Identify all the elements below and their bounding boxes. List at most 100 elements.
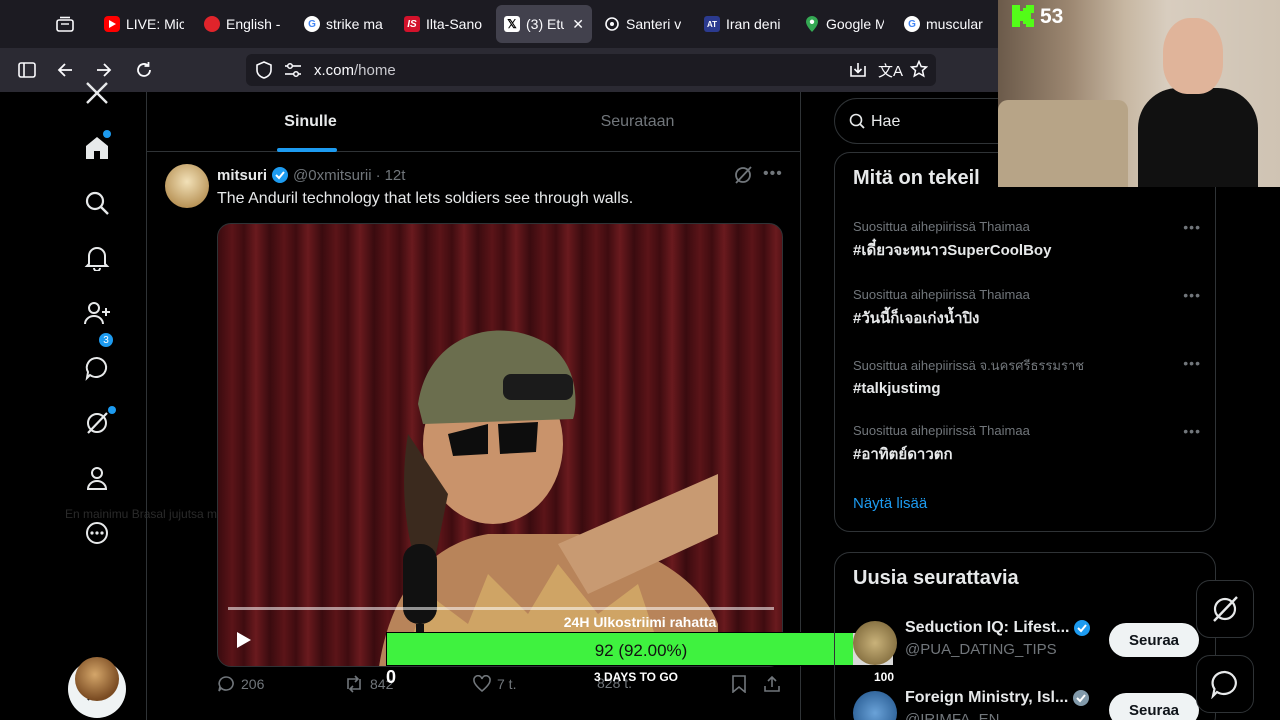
webcam-person [1138, 88, 1258, 187]
grok-icon [1213, 596, 1238, 622]
close-tab-icon[interactable]: ✕ [572, 16, 584, 33]
account-avatar[interactable] [853, 621, 897, 665]
goal-progress-bar: 92 (92.00%) [386, 632, 894, 666]
messages-icon[interactable] [82, 353, 112, 383]
account-name-row[interactable]: Seduction IQ: Lifest... [905, 619, 1091, 637]
browser-tab[interactable]: LIVE: Mic [96, 5, 192, 43]
notification-count-badge: 3 [98, 332, 114, 348]
browser-tab[interactable]: English - [196, 5, 292, 43]
tab-title: Ilta-Sano [426, 16, 483, 32]
google-icon: G [304, 16, 320, 32]
account-avatar[interactable] [75, 657, 119, 701]
sidebar-toggle-icon[interactable] [14, 57, 40, 83]
browser-nav-bar: x.com/home 文A [0, 48, 1000, 92]
webcam-person-head [1163, 18, 1223, 94]
explore-icon[interactable] [82, 188, 112, 218]
trends-title: Mitä on tekeil [853, 167, 980, 189]
trend-context: Suosittua aihepiirissä จ.นครศรีธรรมราช [853, 358, 1085, 373]
show-more-link[interactable]: Näytä lisää [853, 495, 927, 512]
trend-tag: #เดี๋ยวจะหนาวSuperCoolBoy [853, 242, 1052, 259]
timeline-tabs: Sinulle Seurataan [147, 92, 801, 152]
x-logo-icon[interactable] [82, 78, 112, 108]
maps-icon [804, 16, 820, 32]
play-icon[interactable] [232, 629, 254, 651]
separator-dot: · [375, 166, 381, 184]
follow-button[interactable]: Seuraa [1109, 693, 1199, 720]
tab-for-you[interactable]: Sinulle [147, 92, 474, 152]
account-avatar[interactable] [853, 691, 897, 720]
trend-more-icon[interactable]: ••• [1183, 219, 1201, 235]
grok-fab-button[interactable] [1196, 580, 1254, 638]
profile-icon[interactable] [82, 463, 112, 493]
back-icon[interactable] [52, 57, 78, 83]
translate-icon[interactable]: 文A [878, 60, 903, 81]
bookmark-star-icon[interactable] [909, 59, 929, 83]
trend-context: Suosittua aihepiirissä Thaimaa [853, 287, 1030, 302]
url-bar[interactable]: x.com/home 文A [246, 54, 936, 86]
suggested-account[interactable]: Foreign Ministry, Isl... @IRIMFA_EN Seur… [853, 687, 1217, 720]
grok-icon[interactable] [82, 408, 112, 438]
browser-tab[interactable]: G strike ma [296, 5, 392, 43]
browser-tab[interactable]: G muscular [896, 5, 996, 43]
trend-item[interactable]: Suosittua aihepiirissä Thaimaa #อาทิตย์ด… [853, 423, 1201, 473]
tab-title: (3) Etu [526, 16, 565, 32]
news-icon: AT [704, 16, 720, 32]
search-placeholder: Hae [871, 113, 901, 130]
tweet-header: mitsuri @0xmitsurii · 12t [217, 166, 405, 184]
reply-button[interactable]: 206 [217, 675, 264, 693]
download-icon[interactable] [849, 61, 867, 84]
trend-more-icon[interactable]: ••• [1183, 287, 1201, 303]
tweet-author-name[interactable]: mitsuri [217, 167, 267, 184]
follow-button[interactable]: Seuraa [1109, 623, 1199, 657]
kick-logo-icon [1012, 5, 1036, 27]
reply-count: 206 [241, 676, 265, 692]
reload-icon[interactable] [131, 57, 157, 83]
account-name: Seduction IQ: Lifest... [905, 619, 1070, 636]
account-handle[interactable]: @IRIMFA_EN [905, 711, 999, 720]
tweet-more-icon[interactable]: ••• [763, 165, 783, 183]
trend-tag: #talkjustimg [853, 380, 941, 397]
verified-badge-icon [1074, 620, 1091, 636]
grok-unread-dot [108, 406, 116, 414]
tweet-author-handle[interactable]: @0xmitsurii [293, 167, 372, 184]
page-settings-icon[interactable] [284, 62, 302, 83]
trend-more-icon[interactable]: ••• [1183, 355, 1201, 371]
account-name-row[interactable]: Foreign Ministry, Isl... [905, 689, 1090, 707]
grok-explain-icon[interactable] [733, 165, 753, 190]
tweet-author-avatar[interactable] [165, 164, 209, 208]
goal-title: 24H Ulkostriimi rahatta [563, 614, 717, 630]
browser-tab[interactable]: IS Ilta-Sano [396, 5, 492, 43]
browser-tab-active[interactable]: 𝕏 (3) Etu ✕ [496, 5, 592, 43]
who-to-follow-title: Uusia seurattavia [853, 567, 1019, 589]
suggested-account[interactable]: Seduction IQ: Lifest... @PUA_DATING_TIPS… [853, 617, 1217, 669]
tweet-timestamp[interactable]: 12t [385, 167, 406, 184]
browser-tab[interactable]: Santeri v [596, 5, 692, 43]
goal-days-left: 3 DAYS TO GO [593, 670, 679, 684]
iltasanomat-icon: IS [404, 16, 420, 32]
notifications-icon[interactable] [82, 243, 112, 273]
browser-tab[interactable]: Google M [796, 5, 892, 43]
trend-item[interactable]: Suosittua aihepiirissä Thaimaa #เดี๋ยวจะ… [853, 219, 1201, 269]
tweet-text: The Anduril technology that lets soldier… [217, 190, 634, 207]
browser-tab[interactable]: AT Iran deni [696, 5, 792, 43]
trend-item[interactable]: Suosittua aihepiirissä Thaimaa #วันนี้ก็… [853, 287, 1201, 337]
tab-following[interactable]: Seurataan [474, 92, 801, 152]
messages-fab-button[interactable] [1196, 655, 1254, 713]
tab-title: Santeri v [626, 16, 682, 32]
trend-tag: #อาทิตย์ดาวตก [853, 446, 953, 463]
account-handle[interactable]: @PUA_DATING_TIPS [905, 641, 1057, 658]
trend-more-icon[interactable]: ••• [1183, 423, 1201, 439]
trend-item[interactable]: Suosittua aihepiirissä จ.นครศรีธรรมราช #… [853, 355, 1201, 405]
trend-context: Suosittua aihepiirissä Thaimaa [853, 423, 1030, 438]
stream-goal-overlay: 24H Ulkostriimi rahatta 92 (92.00%) 0 3 … [386, 610, 894, 690]
active-tab-indicator [277, 148, 337, 152]
who-to-follow-panel: Uusia seurattavia Seduction IQ: Lifest..… [834, 552, 1216, 720]
tweet-video[interactable] [217, 223, 783, 667]
x-icon: 𝕏 [504, 16, 520, 32]
left-navigation: 3 [0, 82, 146, 720]
more-options-icon[interactable] [82, 518, 112, 548]
url-text[interactable]: x.com/home [314, 62, 396, 79]
tab-overview-icon[interactable] [50, 10, 80, 38]
shield-icon[interactable] [256, 61, 272, 84]
follow-people-icon[interactable] [82, 298, 112, 328]
